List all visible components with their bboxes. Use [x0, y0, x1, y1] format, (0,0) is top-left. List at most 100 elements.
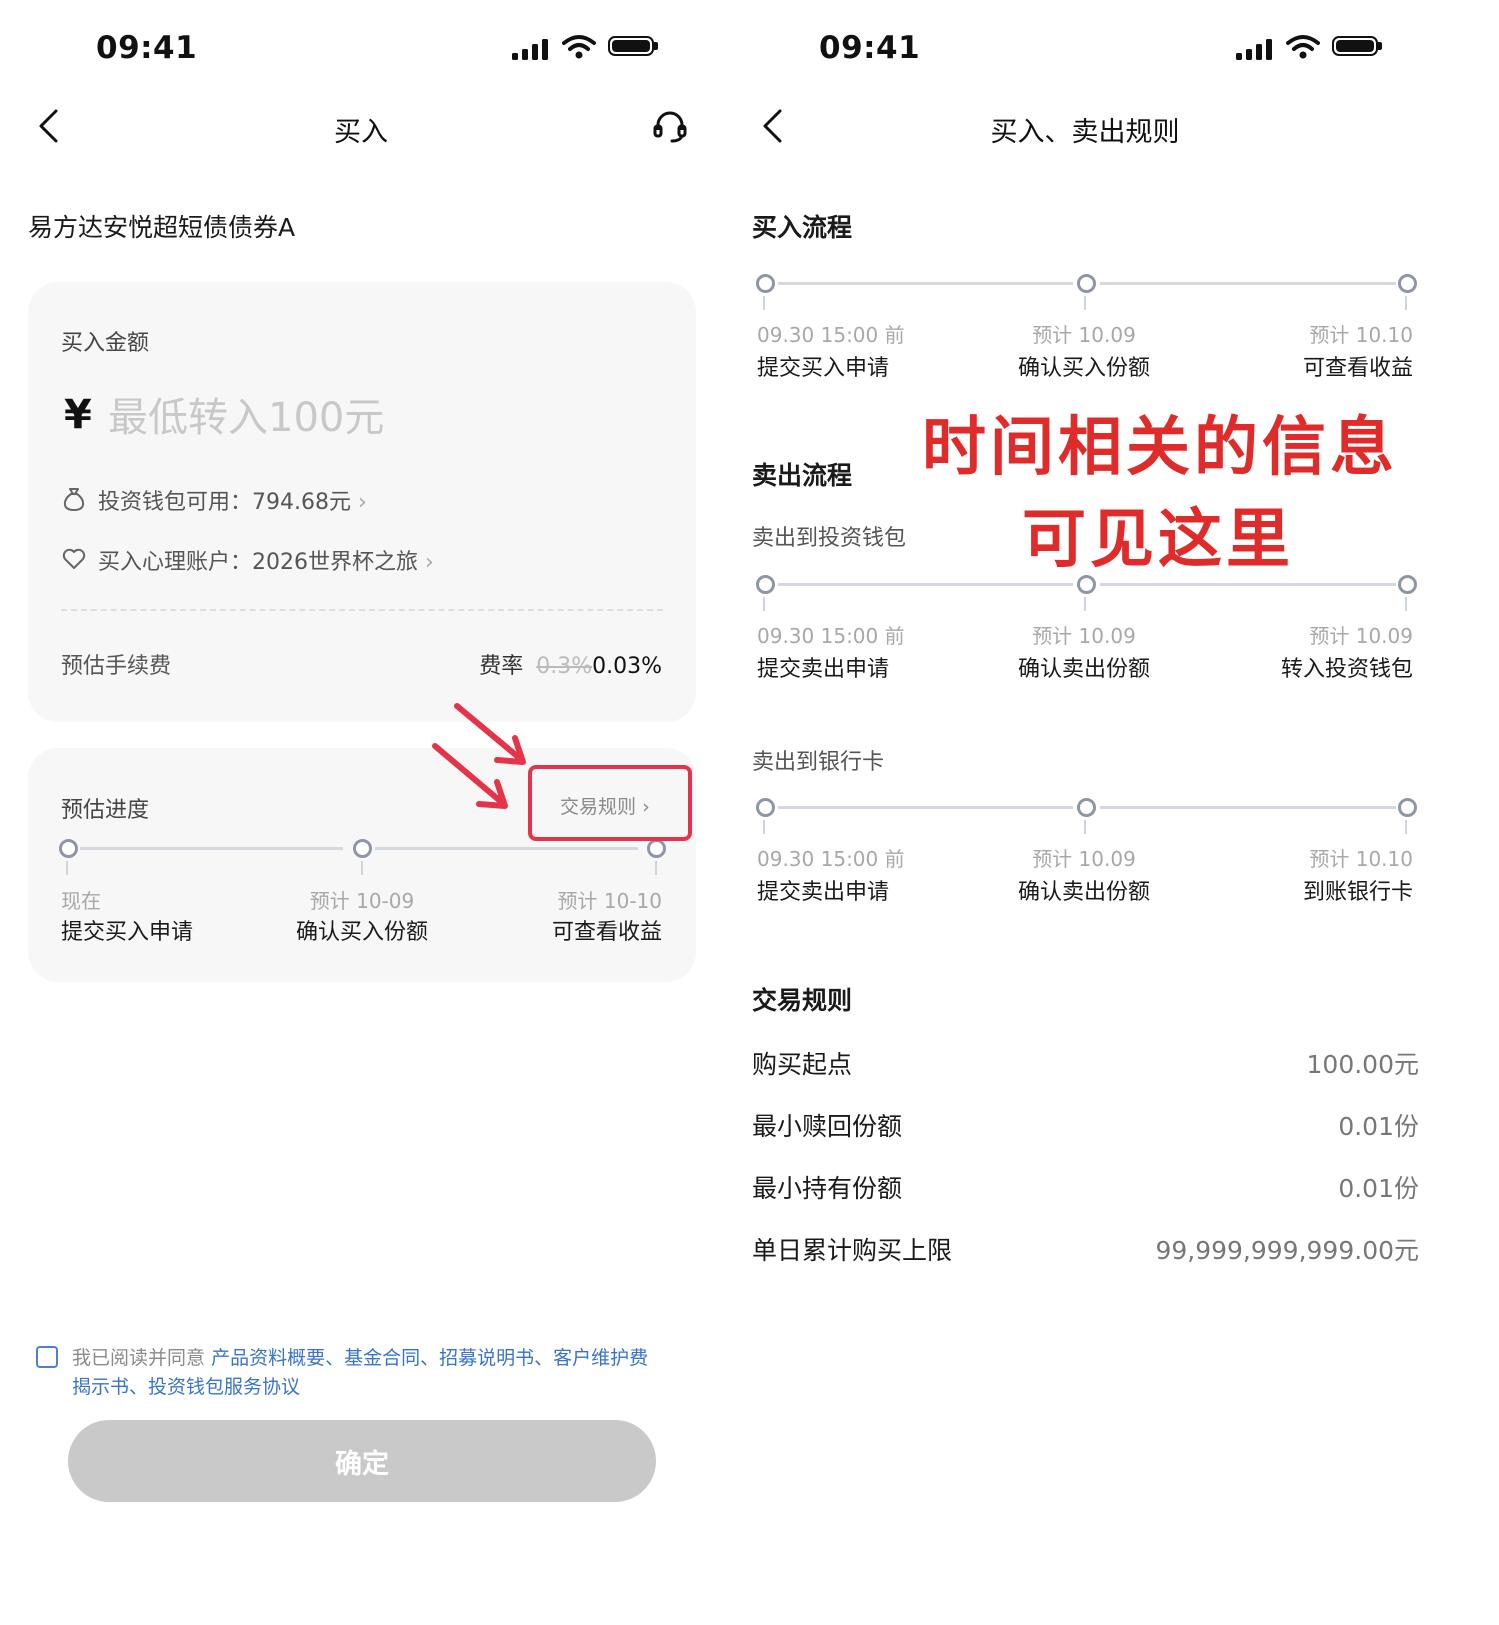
timeline-line	[778, 282, 1073, 285]
timeline-line	[80, 847, 343, 850]
amount-input[interactable]	[108, 390, 648, 446]
timeline-tick	[763, 820, 765, 834]
timeline-dot	[1077, 274, 1096, 293]
timeline-dot	[1398, 575, 1417, 594]
timeline-tick	[763, 296, 765, 310]
fee-rate: 费率 0.3%0.03%	[479, 648, 662, 680]
step-label: 可查看收益	[551, 920, 662, 945]
step-label: 到账银行卡	[1302, 880, 1413, 905]
divider	[61, 609, 663, 611]
step-label: 确认卖出份额	[1017, 880, 1150, 905]
signal-icon	[1236, 38, 1272, 60]
step-label: 转入投资钱包	[1280, 657, 1413, 682]
agreement-links[interactable]: 产品资料概要、基金合同、招募说明书、客户维护费	[211, 1347, 648, 1369]
rule-label: 购买起点	[752, 1050, 853, 1079]
timeline-dot	[1077, 798, 1096, 817]
rule-value: 100.00元	[1306, 1050, 1419, 1079]
step-label: 可查看收益	[1302, 356, 1413, 381]
timeline-dot	[756, 575, 775, 594]
sell-to-bank-title: 卖出到银行卡	[752, 750, 885, 775]
amount-card: 买入金额 ¥ 投资钱包可用：794.68元 › 买入心理账户：2026世界杯之旅…	[28, 282, 696, 722]
money-bag-icon	[63, 488, 85, 512]
heart-icon	[62, 548, 86, 569]
timeline-tick	[66, 861, 68, 875]
buy-timeline: 09.30 15:00 前 提交买入申请 预计 10.09 确认买入份额 预计 …	[750, 270, 1450, 390]
highlight-box	[528, 765, 692, 841]
step-label: 提交卖出申请	[757, 880, 890, 905]
rules-screen: 09:41 买入、卖出规则 买入流程 09.30 15:00 前 提交买入申请 …	[750, 0, 1499, 1625]
agreement-checkbox[interactable]	[36, 1346, 58, 1368]
step-time: 预计 10.09	[1032, 847, 1136, 871]
progress-title: 预估进度	[61, 798, 150, 823]
rule-label: 最小持有份额	[752, 1174, 903, 1203]
buy-screen: 09:41 买入 易方达安悦超短债债券A 买入金额 ¥ 投资钱包可用：794.6…	[0, 0, 750, 1625]
fund-name: 易方达安悦超短债债券A	[28, 213, 296, 242]
rule-label: 最小赎回份额	[752, 1112, 903, 1141]
battery-icon	[1332, 36, 1382, 56]
wifi-icon	[562, 35, 596, 59]
sell-bank-timeline: 09.30 15:00 前 提交卖出申请 预计 10.09 确认卖出份额 预计 …	[750, 794, 1450, 914]
step-time: 09.30 15:00 前	[757, 323, 905, 347]
fee-new-rate: 0.03%	[592, 654, 662, 679]
timeline-dot	[647, 839, 666, 858]
step-time: 09.30 15:00 前	[757, 847, 905, 871]
page-title: 买入	[334, 117, 388, 148]
step-time: 预计 10-10	[557, 889, 662, 913]
timeline-tick	[1084, 597, 1086, 611]
step-time: 预计 10.09	[1032, 624, 1136, 648]
currency-symbol: ¥	[64, 392, 92, 438]
confirm-button[interactable]: 确定	[68, 1420, 656, 1502]
fee-old-rate: 0.3%	[536, 654, 593, 679]
rule-value: 0.01份	[1338, 1174, 1419, 1203]
sell-wallet-timeline: 09.30 15:00 前 提交卖出申请 预计 10.09 确认卖出份额 预计 …	[750, 571, 1450, 691]
timeline-tick	[361, 861, 363, 875]
rule-value: 0.01份	[1338, 1112, 1419, 1141]
chevron-right-icon: ›	[357, 490, 367, 515]
step-label: 提交买入申请	[61, 920, 194, 945]
arrow-annotation-icon	[432, 703, 526, 809]
agreement-text: 我已阅读并同意 产品资料概要、基金合同、招募说明书、客户维护费 揭示书、投资钱包…	[72, 1344, 712, 1402]
sell-process-title: 卖出流程	[752, 461, 853, 490]
step-label: 确认买入份额	[1017, 356, 1150, 381]
step-label: 提交卖出申请	[757, 657, 890, 682]
annotation-line-1: 时间相关的信息	[922, 411, 1398, 485]
signal-icon	[512, 38, 548, 60]
fee-label: 预估手续费	[61, 654, 172, 679]
step-label: 提交买入申请	[757, 356, 890, 381]
timeline-line	[375, 847, 638, 850]
timeline-line	[778, 583, 1073, 586]
timeline-tick	[1084, 820, 1086, 834]
page-title: 买入、卖出规则	[990, 117, 1180, 148]
wallet-available-text: 投资钱包可用：794.68元	[98, 490, 351, 515]
chevron-right-icon: ›	[425, 550, 434, 575]
customer-service-icon[interactable]	[652, 110, 688, 144]
timeline-dot	[756, 798, 775, 817]
sell-to-wallet-title: 卖出到投资钱包	[752, 526, 907, 551]
timeline-line	[1100, 282, 1396, 285]
buy-process-title: 买入流程	[752, 213, 853, 242]
step-time: 预计 10.10	[1309, 847, 1413, 871]
agreement-links[interactable]: 揭示书、投资钱包服务协议	[72, 1373, 712, 1402]
timeline-dot	[353, 839, 372, 858]
step-time: 预计 10.09	[1309, 624, 1413, 648]
annotation-line-2: 可见这里	[1022, 503, 1294, 577]
step-label: 确认买入份额	[295, 920, 428, 945]
step-time: 09.30 15:00 前	[757, 624, 905, 648]
step-label: 确认卖出份额	[1017, 657, 1150, 682]
amount-label: 买入金额	[61, 331, 150, 356]
timeline-tick	[1405, 296, 1407, 310]
timeline-tick	[1405, 820, 1407, 834]
wifi-icon	[1286, 35, 1320, 59]
agreement-prefix: 我已阅读并同意	[72, 1347, 206, 1369]
timeline-tick	[1405, 597, 1407, 611]
timeline-line	[1100, 583, 1396, 586]
timeline-dot	[1398, 274, 1417, 293]
rule-value: 99,999,999,999.00元	[1155, 1236, 1419, 1265]
wallet-available-link[interactable]: 投资钱包可用：794.68元 ›	[98, 484, 367, 516]
mind-account-link[interactable]: 买入心理账户：2026世界杯之旅 ›	[98, 544, 434, 576]
timeline-dot	[59, 839, 78, 858]
timeline-line	[778, 806, 1073, 809]
step-time: 现在	[61, 889, 101, 913]
timeline-tick	[763, 597, 765, 611]
step-time: 预计 10-09	[309, 889, 415, 913]
